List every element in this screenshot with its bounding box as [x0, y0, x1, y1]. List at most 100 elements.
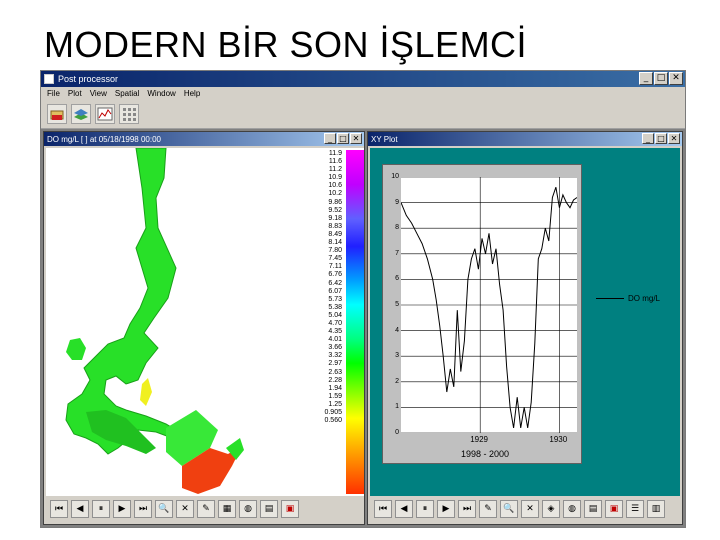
grid-icon	[123, 107, 136, 121]
color-legend: 11.9 11.6 11.2 10.9 10.6 10.2 9.86 9.52 …	[306, 148, 366, 496]
estuary-map	[65, 147, 244, 494]
map-playback-toolbar: ⏮ ◀ ⏸ ▶ ⏭ 🔍 ✕ ✎ ▦ ◍ ▤ ▣	[46, 496, 362, 522]
legend-value: 0.560	[324, 417, 342, 425]
line-chart-icon	[97, 107, 113, 120]
close-button[interactable]: ✕	[669, 72, 683, 85]
legend-value: 2.28	[328, 376, 342, 384]
xy-plot-window: XY Plot _ □ ✕ 1998 - 2000 10 9 8 7 6 5 4 3 2 1 0 19…	[367, 131, 683, 525]
open-file-button[interactable]	[47, 103, 67, 124]
map-window: DO mg/L [ ] at 05/18/1998 00:00 _ □ ✕ 11…	[43, 131, 365, 525]
y-tick-label: 6	[395, 275, 399, 283]
legend-value: 6.42	[328, 279, 342, 287]
post-processor-window: Post processor _ □ ✕ File Plot View Spat…	[40, 70, 686, 528]
legend-value: 4.70	[328, 319, 342, 327]
legend-value: 11.9	[328, 150, 342, 157]
legend-value: 8.83	[328, 222, 342, 230]
xy-plot-titlebar: XY Plot	[368, 132, 682, 146]
plot-next-button[interactable]: ▶	[437, 500, 455, 518]
y-tick-label: 5	[395, 301, 399, 308]
y-tick-label: 3	[395, 352, 399, 360]
legend-value: 8.14	[328, 239, 342, 247]
plot-pick-button[interactable]: ✎	[479, 500, 497, 518]
color-scale-bar	[346, 150, 364, 494]
legend-value: 0.905	[324, 409, 342, 416]
plot-area[interactable]	[400, 176, 578, 434]
minimize-button[interactable]: _	[639, 72, 653, 85]
mdi-workspace: DO mg/L [ ] at 05/18/1998 00:00 _ □ ✕ 11…	[41, 129, 685, 527]
legend-values: 11.9 11.6 11.2 10.9 10.6 10.2 9.86 9.52 …	[308, 150, 342, 425]
app-title: Post processor	[58, 74, 119, 84]
map-canvas[interactable]: 11.9 11.6 11.2 10.9 10.6 10.2 9.86 9.52 …	[46, 147, 366, 496]
legend-button[interactable]: ▦	[218, 500, 236, 518]
legend-value: 4.35	[328, 328, 342, 336]
map-plot-button[interactable]	[71, 103, 91, 124]
menu-file[interactable]: File	[47, 89, 60, 98]
plot-frame: 1998 - 2000 10 9 8 7 6 5 4 3 2 1 0 1929 1930	[382, 164, 582, 464]
legend-value: 1.25	[328, 400, 342, 408]
legend-line	[596, 298, 624, 299]
legend-value: 9.18	[328, 214, 342, 222]
plot-layers-button[interactable]: ◈	[542, 500, 560, 518]
plot-pause-button[interactable]: ⏸	[416, 500, 434, 518]
plot-first-button[interactable]: ⏮	[374, 500, 392, 518]
zoom-in-button[interactable]: 🔍	[155, 500, 173, 518]
save-button[interactable]: ▣	[281, 500, 299, 518]
legend-value: 6.07	[328, 287, 342, 295]
map-close-button[interactable]: ✕	[350, 133, 362, 144]
app-icon	[44, 74, 54, 84]
x-range-label: 1998 - 2000	[461, 449, 510, 459]
prev-frame-button[interactable]: ◀	[71, 500, 89, 518]
legend-value: 9.52	[328, 206, 342, 214]
legend-value: 10.9	[328, 174, 342, 182]
legend-value: 6.76	[328, 271, 342, 279]
y-tick-label: 2	[395, 377, 399, 385]
x-tick-label: 1930	[549, 435, 568, 444]
plot-prev-button[interactable]: ◀	[395, 500, 413, 518]
legend-value: 11.2	[328, 166, 342, 174]
menu-spatial[interactable]: Spatial	[115, 89, 139, 98]
menu-plot[interactable]: Plot	[68, 89, 82, 98]
map-minimize-button[interactable]: _	[324, 133, 336, 144]
last-frame-button[interactable]: ⏭	[134, 500, 152, 518]
legend-value: 7.80	[328, 247, 342, 255]
legend-value: 7.11	[328, 263, 342, 271]
pick-tool-button[interactable]: ✎	[197, 500, 215, 518]
plot-globe-button[interactable]: ◍	[563, 500, 581, 518]
legend-value: 5.04	[328, 311, 342, 319]
plot-last-button[interactable]: ⏭	[458, 500, 476, 518]
pause-button[interactable]: ⏸	[92, 500, 110, 518]
zoom-out-button[interactable]: ✕	[176, 500, 194, 518]
plot-table-button[interactable]: ▤	[584, 500, 602, 518]
menu-help[interactable]: Help	[184, 89, 200, 98]
map-layers-icon	[74, 108, 88, 120]
globe-button[interactable]: ◍	[239, 500, 257, 518]
xy-plot-button[interactable]	[95, 103, 115, 124]
next-frame-button[interactable]: ▶	[113, 500, 131, 518]
plot-save-button[interactable]: ▣	[605, 500, 623, 518]
legend-value: 5.38	[328, 303, 342, 311]
first-frame-button[interactable]: ⏮	[50, 500, 68, 518]
map-maximize-button[interactable]: □	[337, 133, 349, 144]
menu-window[interactable]: Window	[147, 89, 175, 98]
plot-zoom-in-button[interactable]: 🔍	[500, 500, 518, 518]
legend-value: 5.73	[328, 295, 342, 303]
plot-zoom-out-button[interactable]: ✕	[521, 500, 539, 518]
y-tick-label: 7	[395, 249, 399, 257]
line-chart	[400, 176, 578, 434]
legend-value: 2.97	[328, 360, 342, 368]
plot-list-button[interactable]: ☰	[626, 500, 644, 518]
folder-icon	[50, 110, 64, 120]
plot-export-button[interactable]: ▥	[647, 500, 665, 518]
menu-view[interactable]: View	[90, 89, 107, 98]
plot-maximize-button[interactable]: □	[655, 133, 667, 144]
plot-minimize-button[interactable]: _	[642, 133, 654, 144]
menu-bar: File Plot View Spatial Window Help	[41, 87, 685, 99]
grid-button[interactable]	[119, 103, 139, 124]
maximize-button[interactable]: □	[654, 72, 668, 85]
y-tick-label: 8	[395, 224, 399, 232]
plot-close-button[interactable]: ✕	[668, 133, 680, 144]
legend-series-label: DO mg/L	[628, 294, 661, 303]
table-button[interactable]: ▤	[260, 500, 278, 518]
plot-toolbar: ⏮ ◀ ⏸ ▶ ⏭ ✎ 🔍 ✕ ◈ ◍ ▤ ▣ ☰ ▥	[370, 496, 680, 522]
map-window-titlebar: DO mg/L [ ] at 05/18/1998 00:00	[44, 132, 364, 146]
